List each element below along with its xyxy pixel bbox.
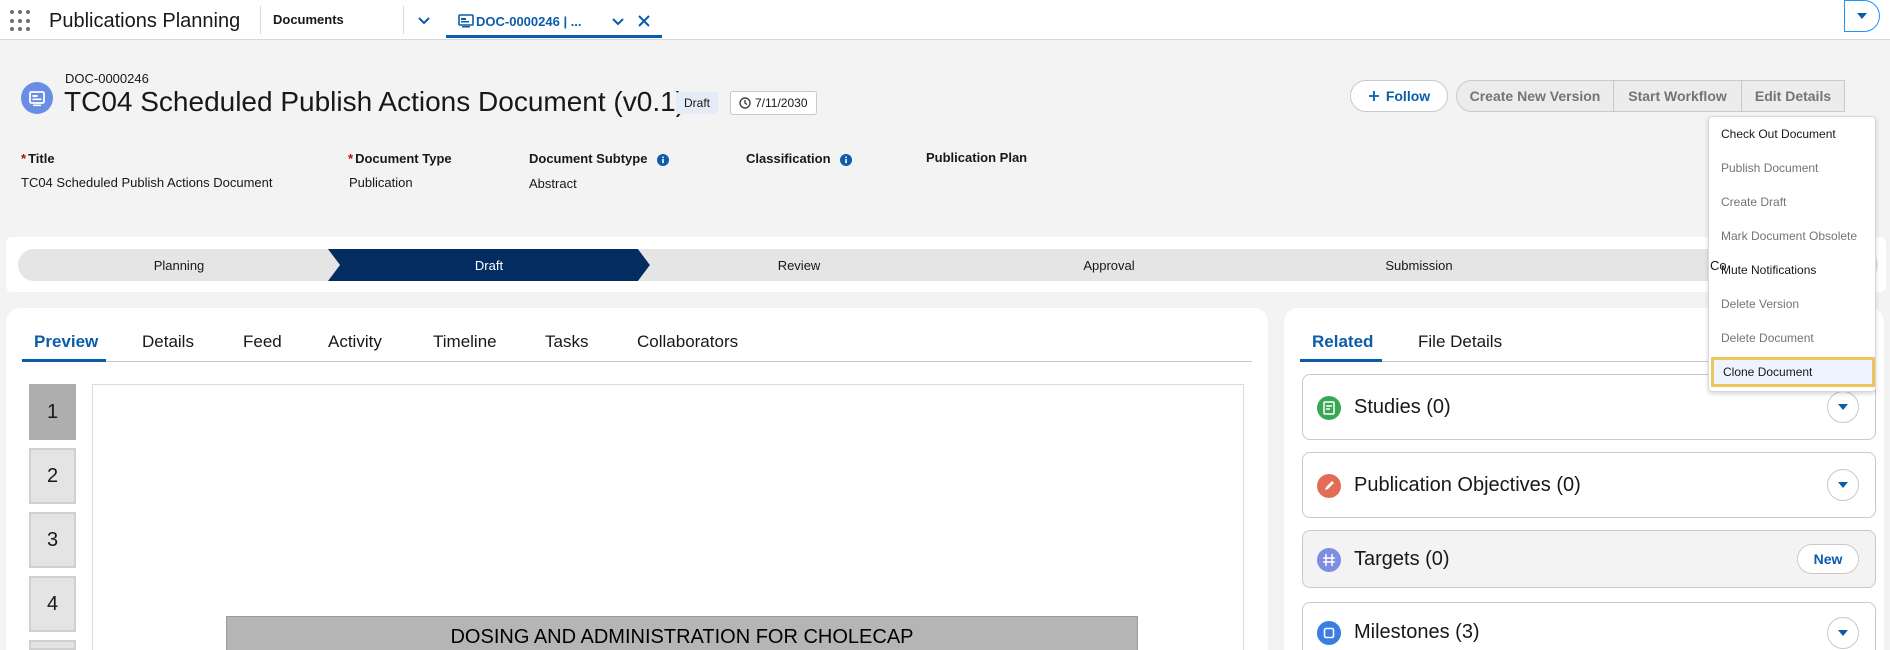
related-list-menu-button[interactable] [1827, 391, 1859, 423]
page-thumb-4[interactable]: 4 [29, 576, 76, 632]
related-list-publication-objectives: Publication Objectives (0) [1302, 452, 1876, 518]
document-icon [21, 82, 53, 114]
caret-down-icon [1838, 403, 1848, 410]
chevron-down-icon[interactable] [610, 13, 626, 29]
title-field-value: TC04 Scheduled Publish Actions Document [21, 175, 273, 190]
menu-item-check-out-document[interactable]: Check Out Document [1709, 119, 1877, 149]
document-type-label: * Document Type [348, 151, 452, 166]
document-heading: DOSING AND ADMINISTRATION FOR CHOLECAP [226, 616, 1138, 650]
document-type-value: Publication [349, 175, 413, 190]
follow-label: Follow [1385, 88, 1431, 104]
page-thumb-1[interactable]: 1 [29, 384, 76, 440]
date-value: 7/11/2030 [755, 96, 808, 110]
status-badge: Draft [676, 92, 719, 114]
document-subtype-label: Document Subtype [529, 151, 670, 166]
tab-feed[interactable]: Feed [243, 330, 282, 362]
classification-label: Classification [746, 151, 853, 166]
square-icon [1317, 621, 1341, 645]
record-tab[interactable]: DOC-0000246 | ... [446, 2, 662, 38]
date-badge: 7/11/2030 [730, 91, 817, 115]
pencil-icon [1317, 474, 1341, 498]
menu-item-delete-version[interactable]: Delete Version [1709, 289, 1877, 319]
menu-item-create-draft[interactable]: Create Draft [1709, 187, 1877, 217]
path-step-planning[interactable]: Planning [18, 249, 340, 281]
clock-icon [739, 97, 751, 109]
title-field-label: * Title [21, 151, 55, 166]
related-list-title[interactable]: Milestones (3) [1354, 621, 1480, 644]
menu-item-publish-document[interactable]: Publish Document [1709, 153, 1877, 183]
info-icon[interactable] [840, 153, 853, 166]
related-list-milestones: Milestones (3) [1302, 602, 1876, 650]
document-record-icon [458, 14, 474, 28]
workflow-path: Planning Draft Review Approval Submissio… [18, 249, 1878, 281]
more-actions-button[interactable] [1844, 0, 1880, 32]
page-title: TC04 Scheduled Publish Actions Document … [64, 86, 685, 117]
path-step-submission[interactable]: Submission [1258, 249, 1580, 281]
tab-collaborators[interactable]: Collaborators [637, 330, 738, 362]
nav-divider [403, 6, 404, 34]
record-id: DOC-0000246 [65, 71, 149, 86]
related-list-title[interactable]: Targets (0) [1354, 548, 1450, 571]
tab-details[interactable]: Details [142, 330, 194, 362]
publication-plan-label: Publication Plan [926, 150, 1028, 165]
page-thumb-5[interactable] [29, 640, 76, 650]
edit-details-button[interactable]: Edit Details [1741, 80, 1845, 112]
tab-related[interactable]: Related [1300, 330, 1382, 362]
nav-item-documents[interactable]: Documents [273, 12, 344, 27]
record-tab-label: DOC-0000246 | ... [476, 14, 582, 29]
page-thumb-2[interactable]: 2 [29, 448, 76, 504]
path-step-review[interactable]: Review [638, 249, 960, 281]
related-list-title[interactable]: Publication Objectives (0) [1354, 474, 1581, 497]
related-list-menu-button[interactable] [1827, 469, 1859, 501]
global-nav-bar: Publications Planning Documents DOC-0000… [0, 0, 1890, 40]
app-launcher-icon[interactable] [10, 10, 32, 32]
related-list-targets: Targets (0) New [1302, 530, 1876, 588]
nav-divider [260, 6, 261, 34]
app-name: Publications Planning [49, 10, 241, 32]
caret-down-icon [1857, 13, 1867, 19]
plus-icon [1368, 91, 1379, 101]
close-icon[interactable] [636, 13, 652, 29]
tab-file-details[interactable]: File Details [1418, 330, 1502, 362]
info-icon[interactable] [657, 153, 670, 166]
tab-activity[interactable]: Activity [328, 330, 382, 362]
chevron-down-icon[interactable] [414, 10, 434, 30]
document-preview[interactable] [92, 384, 1244, 650]
record-tabs: Preview Details Feed Activity Timeline T… [22, 330, 1252, 362]
target-icon [1317, 548, 1341, 572]
caret-down-icon [1838, 481, 1848, 488]
follow-button[interactable]: Follow [1350, 80, 1448, 112]
menu-item-mute-notifications[interactable]: Mute Notifications [1709, 255, 1877, 285]
menu-item-mark-document-obsolete[interactable]: Mark Document Obsolete [1709, 221, 1877, 251]
tab-timeline[interactable]: Timeline [433, 330, 497, 362]
highlights-panel: * Title TC04 Scheduled Publish Actions Do… [0, 136, 1890, 204]
related-list-title[interactable]: Studies (0) [1354, 396, 1451, 419]
menu-item-clone-document[interactable]: Clone Document [1711, 357, 1875, 387]
path-step-draft[interactable]: Draft [328, 249, 650, 281]
page-thumb-3[interactable]: 3 [29, 512, 76, 568]
related-list-menu-button[interactable] [1827, 617, 1859, 649]
tab-tasks[interactable]: Tasks [545, 330, 588, 362]
start-workflow-button[interactable]: Start Workflow [1613, 80, 1742, 112]
menu-item-delete-document[interactable]: Delete Document [1709, 323, 1877, 353]
caret-down-icon [1838, 629, 1848, 636]
path-step-approval[interactable]: Approval [948, 249, 1270, 281]
document-subtype-value: Abstract [529, 176, 577, 191]
study-icon [1317, 396, 1341, 420]
more-actions-menu: Check Out Document Publish Document Crea… [1708, 116, 1876, 392]
tab-preview[interactable]: Preview [22, 330, 106, 362]
new-target-button[interactable]: New [1797, 544, 1859, 574]
create-new-version-button[interactable]: Create New Version [1456, 80, 1614, 112]
